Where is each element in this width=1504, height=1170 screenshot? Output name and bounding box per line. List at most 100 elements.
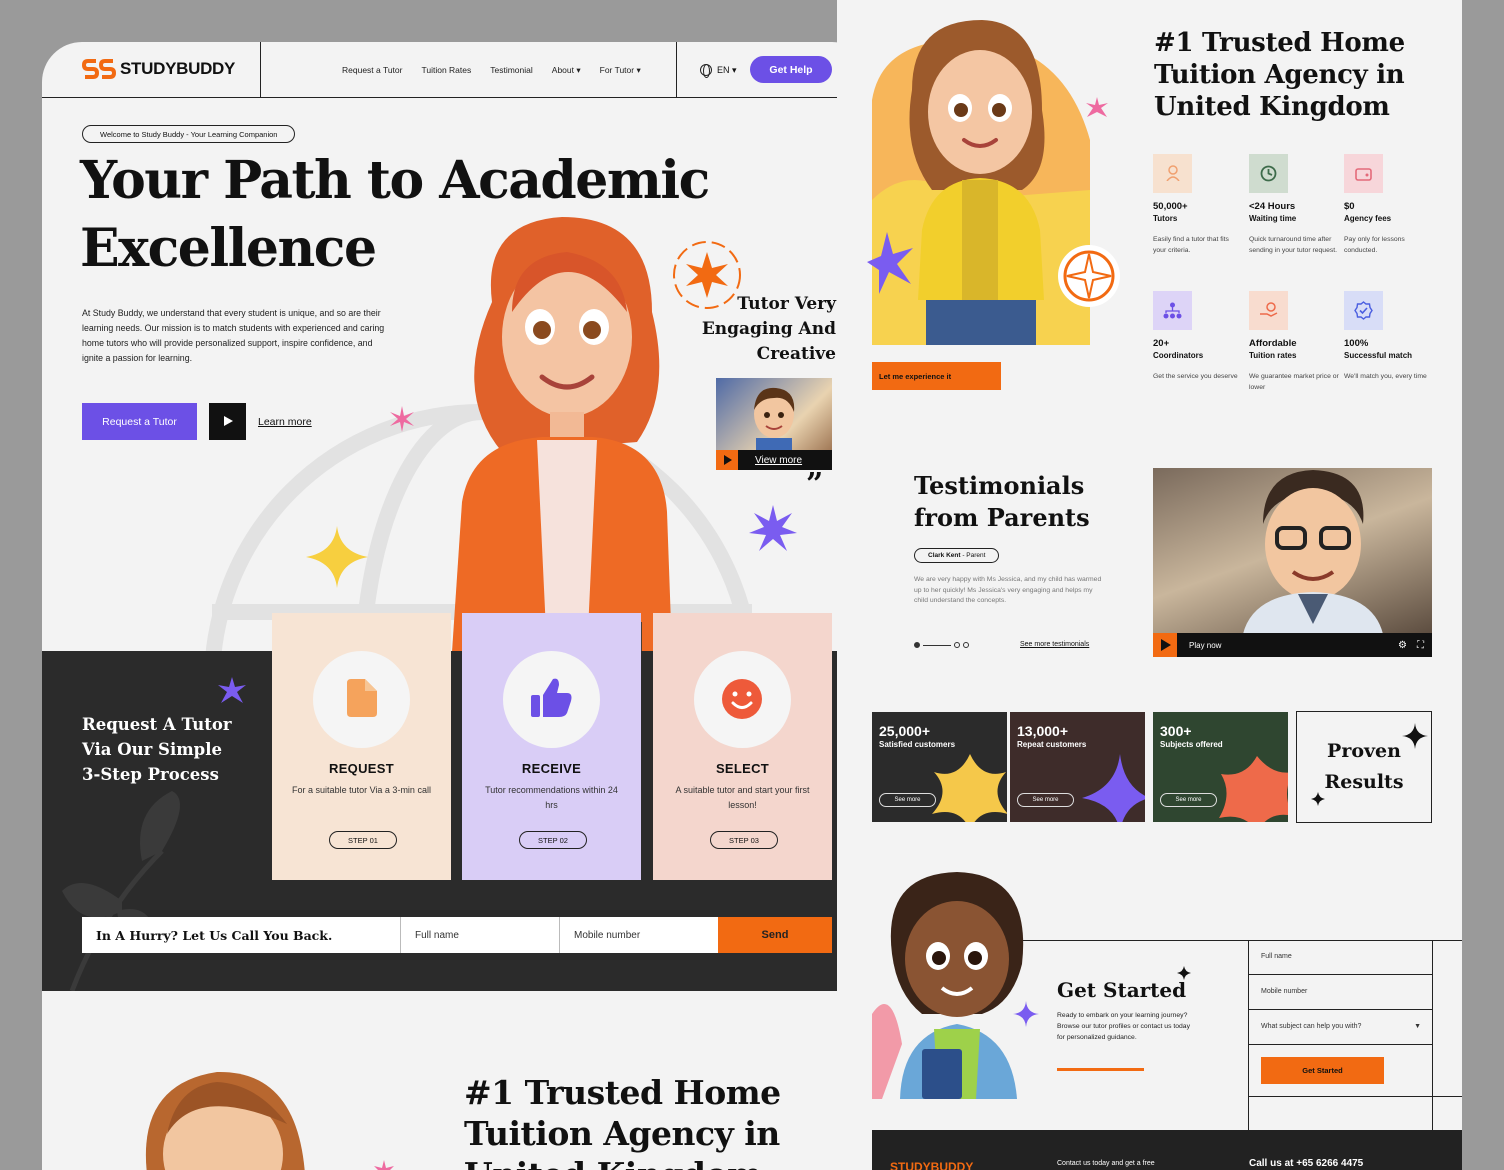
feature-description: Quick turnaround time after sending in y… xyxy=(1249,236,1338,254)
see-more-button[interactable]: See more xyxy=(1017,793,1074,807)
wallet-icon xyxy=(1344,154,1383,193)
footer: STUDYBUDDY Contact us today and get a fr… xyxy=(872,1130,1462,1170)
testimonial-author-pill: Clark Kent - Parent xyxy=(914,548,1000,563)
author-role: - Parent xyxy=(962,552,986,559)
language-selector[interactable]: EN ▾ xyxy=(700,64,737,78)
testimonials-title: Testimonials from Parents xyxy=(914,470,1090,534)
logo[interactable]: STUDYBUDDY xyxy=(82,58,235,80)
get-started-button[interactable]: Get Started xyxy=(1261,1057,1384,1084)
stat-value: 25,000+ xyxy=(879,723,930,739)
play-now-label: Play now xyxy=(1189,640,1222,650)
carousel-dot[interactable] xyxy=(963,642,969,648)
sparkle-icon xyxy=(1402,723,1428,749)
yellow-sparkle-decoration xyxy=(306,526,368,588)
thumbs-up-icon xyxy=(531,678,572,717)
footer-phone[interactable]: Call us at +65 6266 4475 xyxy=(1249,1158,1363,1169)
mobile-number-input[interactable]: Mobile number xyxy=(559,917,718,953)
stat-label: Subjects offered xyxy=(1160,740,1223,749)
tutor-tagline: Tutor Very Engaging And Creative xyxy=(686,292,836,367)
nav-item-testimonial[interactable]: Testimonial xyxy=(490,65,533,76)
logo-icon xyxy=(82,59,116,79)
step-card-select[interactable]: SELECT A suitable tutor and start your f… xyxy=(653,613,832,880)
hero-title: Your Path to Academic Excellence xyxy=(80,147,710,283)
logo-text: STUDYBUDDY xyxy=(120,59,236,78)
feature-agency-fees: $0 Agency fees Pay only for lessons cond… xyxy=(1344,154,1434,256)
purple-sparkle-decoration xyxy=(1082,754,1145,822)
proven-results-card: Proven Results xyxy=(1296,711,1432,823)
tutor-tagline-line: Tutor Very xyxy=(737,294,836,314)
step-title: REQUEST xyxy=(329,761,394,776)
carousel-dot[interactable] xyxy=(954,642,960,648)
step-card-receive[interactable]: RECEIVE Tutor recommendations within 24 … xyxy=(462,613,641,880)
play-icon[interactable] xyxy=(716,450,738,470)
get-help-button[interactable]: Get Help xyxy=(750,56,832,83)
grid-line xyxy=(1432,940,1433,1130)
feature-description: Pay only for lessons conducted. xyxy=(1344,236,1405,254)
step-icon-circle xyxy=(503,651,600,748)
sparkle-icon xyxy=(1311,792,1325,806)
hero-title-line: Your Path to Academic xyxy=(80,150,710,211)
full-name-field[interactable]: Full name xyxy=(1261,953,1292,960)
step-card-request[interactable]: REQUEST For a suitable tutor Via a 3-min… xyxy=(272,613,451,880)
feature-label: Tuition rates xyxy=(1249,351,1297,360)
feature-label: Waiting time xyxy=(1249,214,1297,223)
girl-character-illustration xyxy=(145,1071,305,1170)
feature-description: Get the service you deserve xyxy=(1153,373,1238,380)
trusted-title-line: #1 Trusted Home xyxy=(464,1073,781,1112)
full-name-input[interactable]: Full name xyxy=(400,917,559,953)
step-number-pill: STEP 03 xyxy=(710,831,778,849)
feature-waiting-time: <24 Hours Waiting time Quick turnaround … xyxy=(1249,154,1339,256)
feature-coordinators: 20+ Coordinators Get the service you des… xyxy=(1153,291,1243,382)
hand-coin-icon xyxy=(1249,291,1288,330)
grid-line xyxy=(1248,1096,1462,1097)
purple-sparkle-decoration xyxy=(1013,1001,1039,1027)
feature-description: Easily find a tutor that fits your crite… xyxy=(1153,236,1229,254)
fullscreen-icon[interactable]: ⛶ xyxy=(1417,640,1424,651)
see-more-testimonials-link[interactable]: See more testimonials xyxy=(1020,641,1089,648)
clock-icon xyxy=(1249,154,1288,193)
video-thumbnail[interactable]: View more xyxy=(716,378,832,470)
feature-value: <24 Hours xyxy=(1249,201,1296,212)
nav-item-for-tutor[interactable]: For Tutor ▾ xyxy=(600,65,641,76)
trusted-agency-title: #1 Trusted Home Tuition Agency in United… xyxy=(464,1072,794,1170)
play-icon[interactable] xyxy=(1153,633,1177,657)
subject-select[interactable]: What subject can help you with? ▼ xyxy=(1261,1023,1421,1030)
document-icon xyxy=(347,679,377,717)
step-title: SELECT xyxy=(715,761,770,776)
nav-item-about[interactable]: About ▾ xyxy=(552,65,581,76)
orange-compass-badge-icon xyxy=(1058,245,1120,307)
step-description: A suitable tutor and start your first le… xyxy=(675,785,810,810)
nav-item-rates[interactable]: Tuition Rates xyxy=(421,65,471,76)
chevron-down-icon: ▼ xyxy=(1414,1023,1421,1030)
mobile-number-field[interactable]: Mobile number xyxy=(1261,988,1307,995)
feature-label: Tutors xyxy=(1153,214,1178,223)
see-more-button[interactable]: See more xyxy=(879,793,936,807)
carousel-dot-active[interactable] xyxy=(914,642,920,648)
grid-line xyxy=(1248,974,1432,975)
orange-flower-decoration xyxy=(1219,756,1288,822)
settings-icon[interactable]: ⚙ xyxy=(1398,640,1407,651)
request-tutor-button[interactable]: Request a Tutor xyxy=(82,403,197,440)
video-controls: Play now ⚙ ⛶ xyxy=(1153,633,1432,657)
see-more-button[interactable]: See more xyxy=(1160,793,1217,807)
steps-title-line: Via Our Simple xyxy=(82,740,222,759)
view-more-link[interactable]: View more xyxy=(755,455,802,466)
feature-label: Agency fees xyxy=(1344,214,1392,223)
stat-label: Satisfied customers xyxy=(879,740,956,749)
step-number-pill: STEP 01 xyxy=(329,831,397,849)
send-button[interactable]: Send xyxy=(718,917,832,953)
testimonial-video[interactable]: Play now ⚙ ⛶ xyxy=(1153,468,1432,657)
trusted-title-line: Tuition Agency in xyxy=(1154,60,1405,90)
step-description: For a suitable tutor Via a 3-min call xyxy=(292,785,431,795)
experience-button[interactable]: Let me experience it xyxy=(872,362,1001,390)
feature-value: 20+ xyxy=(1153,338,1170,349)
get-started-description: Ready to embark on your learning journey… xyxy=(1057,1012,1190,1041)
feature-tutors: 50,000+ Tutors Easily find a tutor that … xyxy=(1153,154,1243,256)
student-girl-illustration xyxy=(872,872,1024,1099)
nav-item-request[interactable]: Request a Tutor xyxy=(342,65,402,76)
footer-logo[interactable]: STUDYBUDDY xyxy=(890,1160,973,1170)
trusted-title-line: United Kingdom xyxy=(464,1154,794,1170)
stat-value: 300+ xyxy=(1160,723,1192,739)
header-divider-v xyxy=(260,42,261,98)
testimonials-title-line: Testimonials xyxy=(914,471,1085,500)
